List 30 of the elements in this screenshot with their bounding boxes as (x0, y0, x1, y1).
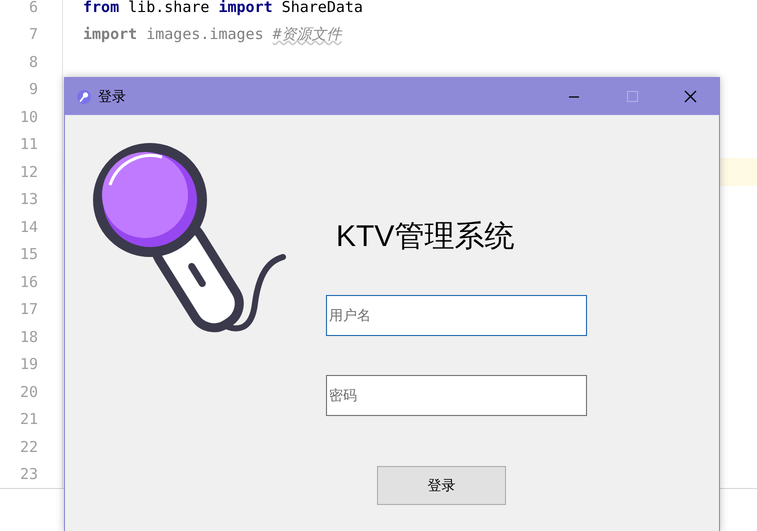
login-button[interactable]: 登录 (377, 466, 506, 505)
window-title: 登录 (98, 88, 126, 106)
microphone-icon (77, 90, 91, 104)
close-icon[interactable] (682, 90, 698, 103)
line-number: 21 (0, 406, 63, 433)
line-number: 22 (0, 433, 63, 460)
line-number: 10 (0, 103, 63, 130)
line-number: 20 (0, 378, 63, 406)
line-number: 17 (0, 296, 63, 323)
line-number: 19 (0, 350, 63, 378)
line-number: 9 (0, 76, 63, 103)
code-text: from (83, 0, 120, 16)
code-comment: #资源文件 (272, 24, 342, 44)
line-number: 14 (0, 213, 63, 240)
code-text: ShareData (280, 0, 363, 16)
line-number: 11 (0, 130, 63, 158)
line-number: 8 (0, 48, 63, 76)
app-heading: KTV管理系统 (336, 219, 514, 255)
line-number: 16 (0, 268, 63, 296)
password-field[interactable]: 密码 (326, 375, 587, 416)
line-number: 13 (0, 186, 63, 213)
line-number: 18 (0, 323, 63, 350)
username-field[interactable]: 用户名 (326, 295, 587, 336)
line-number: 7 (0, 20, 63, 48)
line-number: 6 (0, 0, 63, 20)
line-number: 23 (0, 460, 63, 488)
code-text: images.images (145, 25, 265, 44)
code-text: import (83, 25, 138, 44)
line-number: 15 (0, 240, 63, 268)
code-text: lib.share (127, 0, 210, 16)
